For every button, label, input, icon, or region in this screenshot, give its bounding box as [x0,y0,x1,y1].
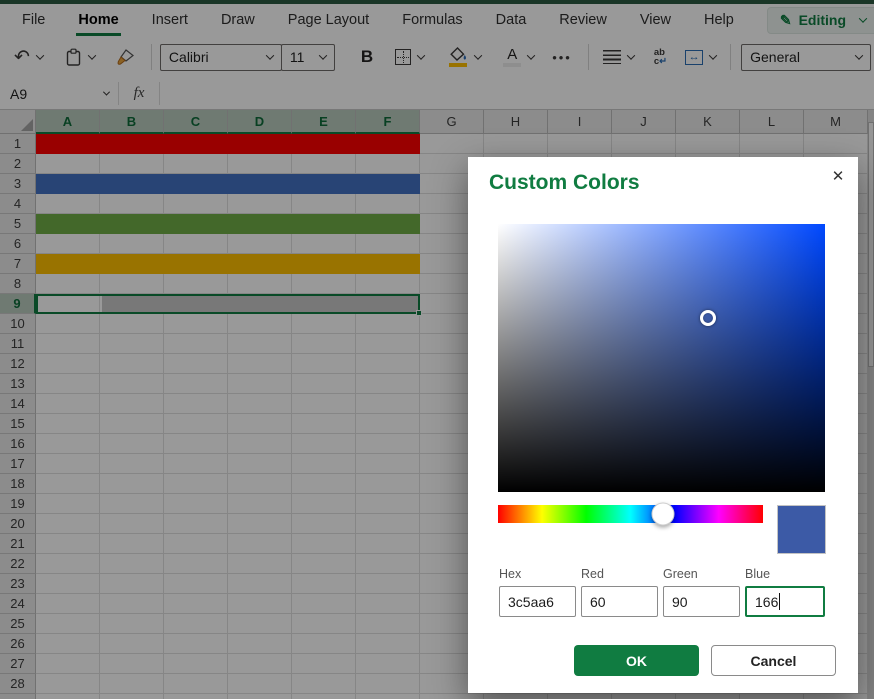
green-label: Green [663,567,698,581]
green-input[interactable] [663,586,740,617]
blue-label: Blue [745,567,770,581]
saturation-value-picker[interactable] [498,224,825,492]
dialog-title: Custom Colors [489,171,640,195]
color-preview-swatch [777,505,826,554]
red-input[interactable] [581,586,658,617]
hue-slider[interactable] [498,505,763,523]
text-cursor [779,593,780,610]
close-icon[interactable]: ✕ [826,164,850,188]
custom-colors-dialog: Custom Colors ✕ Hex Red Green Blue OK Ca… [468,157,858,693]
cancel-button[interactable]: Cancel [711,645,836,676]
hex-input[interactable] [499,586,576,617]
ok-button[interactable]: OK [574,645,699,676]
hex-label: Hex [499,567,521,581]
red-label: Red [581,567,604,581]
color-picker-ring[interactable] [700,310,716,326]
blue-input[interactable] [745,586,825,617]
hue-slider-knob[interactable] [652,503,675,526]
